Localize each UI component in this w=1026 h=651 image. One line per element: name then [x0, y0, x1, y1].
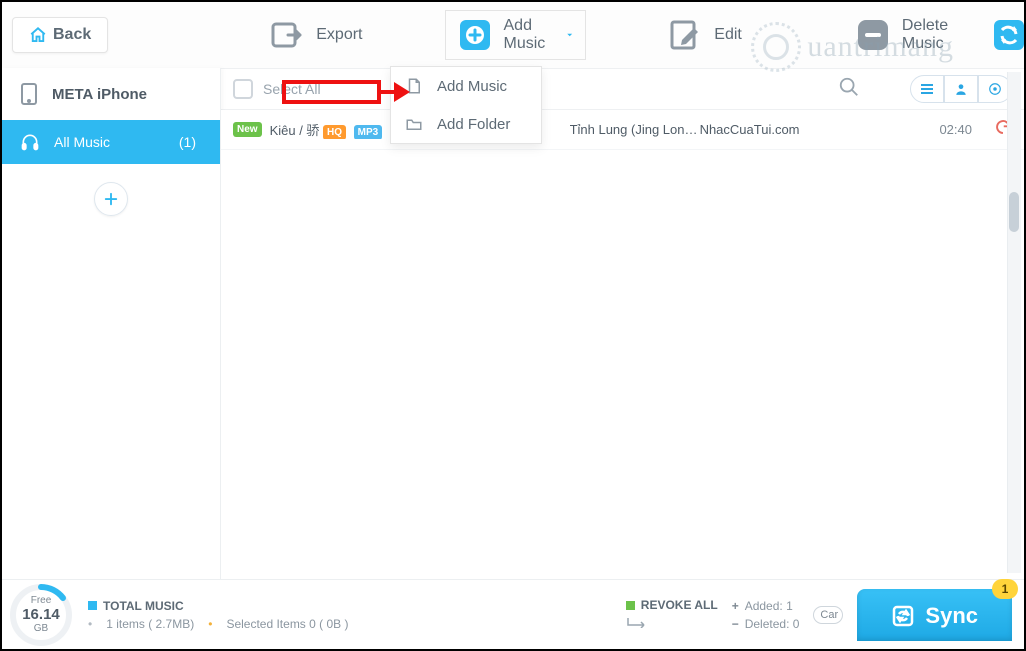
sidebar: META iPhone All Music (1)	[2, 68, 221, 579]
select-all-checkbox[interactable]	[233, 79, 253, 99]
dropdown-add-music[interactable]: Add Music	[391, 67, 541, 105]
storage-free-unit: GB	[34, 623, 48, 634]
device-name: META iPhone	[52, 86, 147, 103]
headphones-icon	[20, 132, 40, 152]
chevron-down-icon	[566, 29, 573, 41]
back-button[interactable]: Back	[12, 17, 108, 53]
deleted-count: Deleted: 0	[745, 617, 800, 631]
badge-hq: HQ	[323, 125, 346, 139]
track-duration: 02:40	[922, 122, 972, 137]
delete-music-button[interactable]: Delete Music	[844, 11, 960, 59]
sidebar-all-music-count: (1)	[179, 134, 196, 150]
export-icon	[270, 18, 304, 52]
add-music-button[interactable]: Add Music	[445, 10, 587, 60]
delete-music-label: Delete Music	[902, 17, 948, 53]
device-row[interactable]: META iPhone	[2, 68, 220, 120]
footer: Free 16.14 GB TOTAL MUSIC •1 items ( 2.7…	[2, 579, 1024, 649]
storage-free-label: Free	[31, 595, 52, 606]
total-music-label: TOTAL MUSIC	[103, 599, 184, 613]
vertical-scrollbar[interactable]	[1007, 72, 1021, 573]
storage-gauge: Free 16.14 GB	[8, 582, 74, 648]
toolbar: Back Export Add Music Edit Delete Music …	[2, 2, 1024, 68]
list-view-icon[interactable]	[910, 75, 944, 103]
person-icon[interactable]	[944, 75, 978, 103]
back-label: Back	[53, 26, 91, 44]
export-button[interactable]: Export	[258, 12, 374, 58]
selected-items: Selected Items 0 ( 0B )	[226, 617, 348, 631]
dropdown-add-music-label: Add Music	[437, 78, 507, 95]
storage-free-value: 16.14	[22, 606, 60, 623]
add-music-label: Add Music	[504, 17, 550, 53]
export-label: Export	[316, 26, 362, 44]
sidebar-item-all-music[interactable]: All Music (1)	[2, 120, 220, 164]
file-icon	[405, 77, 423, 95]
total-music-detail: 1 items ( 2.7MB)	[106, 617, 194, 631]
view-toggle	[910, 75, 1012, 103]
sync-button[interactable]: Sync 1	[857, 589, 1012, 641]
revoke-arrow-icon	[626, 616, 718, 631]
folder-icon	[405, 115, 423, 133]
sync-badge: 1	[992, 579, 1018, 599]
phone-icon	[20, 82, 38, 106]
edit-icon	[668, 18, 702, 52]
revoke-all-label[interactable]: REVOKE ALL	[641, 598, 718, 612]
home-icon	[29, 26, 47, 44]
sidebar-all-music-label: All Music	[54, 134, 110, 150]
refresh-icon	[992, 18, 1026, 52]
columns-header: Select All	[221, 68, 1024, 110]
edit-label: Edit	[714, 26, 742, 44]
sync-icon	[891, 604, 915, 628]
plus-icon	[102, 190, 120, 208]
dropdown-add-folder-label: Add Folder	[437, 116, 510, 133]
track-album: NhacCuaTui.com	[700, 122, 830, 137]
track-list: New Kiêu / 骄 HQ MP3 Tỉnh Lung (Jing Long…	[221, 110, 1024, 579]
delete-icon	[856, 18, 890, 52]
undo-icon[interactable]	[972, 118, 1012, 141]
add-music-icon	[458, 18, 492, 52]
dropdown-add-folder[interactable]: Add Folder	[391, 105, 541, 143]
add-category-button[interactable]	[94, 182, 128, 216]
search-icon[interactable]	[838, 76, 860, 103]
added-count: Added: 1	[745, 599, 793, 613]
badge-mp3: MP3	[354, 125, 383, 139]
cancel-button[interactable]: Car	[813, 606, 843, 624]
track-artist: Tỉnh Lung (Jing Long),...	[570, 122, 700, 137]
table-row[interactable]: New Kiêu / 骄 HQ MP3 Tỉnh Lung (Jing Long…	[221, 110, 1024, 150]
badge-new: New	[233, 122, 262, 137]
sync-label: Sync	[925, 603, 978, 629]
refresh-button[interactable]: Refre	[980, 12, 1026, 58]
edit-button[interactable]: Edit	[656, 12, 754, 58]
select-all-label: Select All	[263, 81, 321, 97]
add-music-dropdown: Add Music Add Folder	[390, 66, 542, 144]
